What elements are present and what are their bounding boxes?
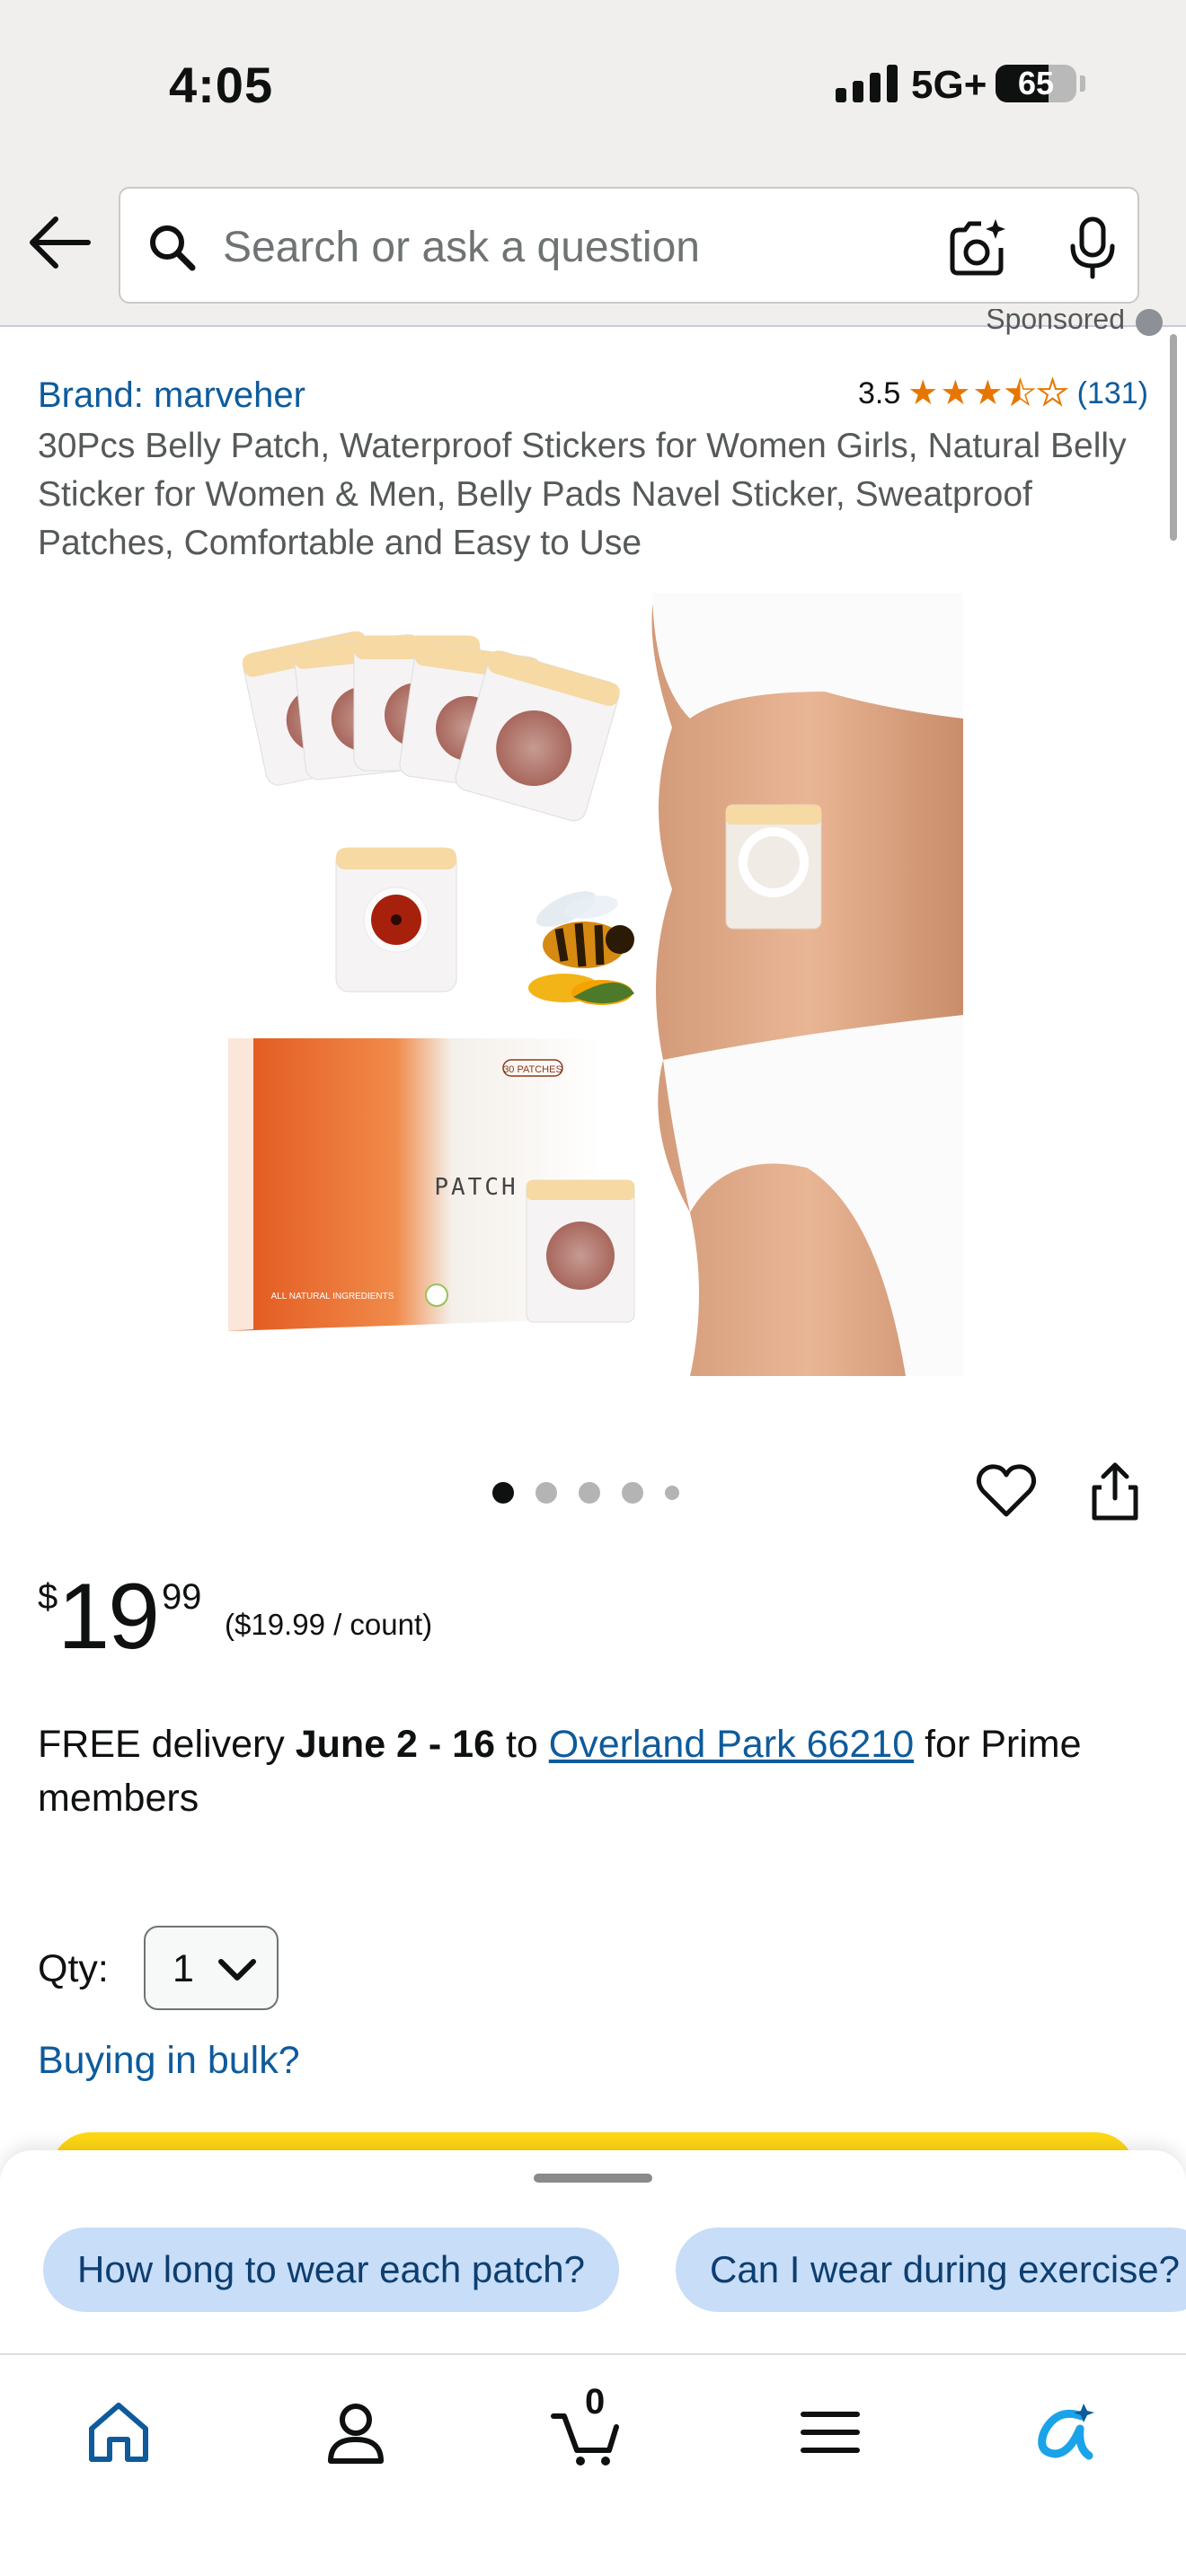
suggestion-chip[interactable]: How long to wear each patch? (43, 2228, 620, 2312)
sheet-grabber[interactable] (534, 2174, 652, 2183)
search-icon (150, 225, 196, 271)
rating-summary[interactable]: 3.5 ★ ★ ★ ★ ★ (131) (857, 375, 1148, 412)
image-carousel-dots[interactable] (492, 1482, 679, 1504)
price-symbol: $ (38, 1577, 58, 1617)
network-type: 5G+ (911, 63, 987, 107)
sponsored-text: Sponsored (986, 309, 1125, 335)
battery-icon: 65 (996, 65, 1076, 102)
rating-count: (131) (1076, 375, 1148, 410)
star-empty-icon: ★ (1037, 375, 1069, 412)
back-arrow-icon[interactable] (25, 208, 93, 277)
carousel-dot[interactable] (665, 1486, 679, 1500)
menu-icon[interactable] (794, 2396, 866, 2468)
product-title: 30Pcs Belly Patch, Waterproof Stickers f… (38, 427, 1127, 562)
star-full-icon: ★ (972, 375, 1004, 412)
star-half-icon: ★ (1005, 375, 1037, 412)
delivery-prefix: FREE delivery (38, 1723, 296, 1766)
status-bar: 4:05 5G+ 65 (0, 0, 1186, 176)
quantity-select[interactable]: 1 (144, 1926, 279, 2010)
search-input[interactable]: Search or ask a question (119, 187, 1139, 304)
sponsored-label[interactable]: Sponsored (986, 309, 1163, 336)
cart-count-badge: 0 (585, 2382, 606, 2422)
status-time: 4:05 (169, 57, 274, 113)
unit-price: ($19.99 / count) (225, 1608, 433, 1641)
carousel-dot[interactable] (492, 1482, 514, 1504)
quantity-label: Qty: (38, 1947, 109, 1990)
delivery-to: to (495, 1723, 549, 1766)
price-whole: 19 (58, 1565, 160, 1669)
signal-strength-icon (836, 65, 898, 102)
product-image[interactable]: 30 PATCHES PATCH ALL NATURAL INGREDIENTS (223, 593, 963, 1376)
rating-value: 3.5 (857, 375, 901, 410)
suggestion-chip[interactable]: Can I wear during exercise? (676, 2228, 1186, 2312)
bee-illustration (528, 891, 634, 1005)
model-torso (651, 593, 963, 1376)
battery-tip (1080, 75, 1085, 92)
price: $ 19 99 (38, 1570, 201, 1663)
account-icon[interactable] (320, 2396, 392, 2468)
camera-lens-icon[interactable] (945, 217, 1008, 280)
microphone-icon[interactable] (1064, 216, 1121, 280)
buying-in-bulk-link[interactable]: Buying in bulk? (38, 2039, 300, 2083)
battery-percent: 65 (1017, 65, 1055, 101)
front-patch (526, 1179, 635, 1323)
bottom-tab-bar: 0 (0, 2353, 1186, 2576)
star-full-icon: ★ (940, 375, 971, 412)
delivery-dates: June 2 - 16 (295, 1723, 496, 1766)
rufus-icon[interactable] (1030, 2396, 1102, 2468)
box-patch-label: PATCH (434, 1174, 518, 1201)
box-count-label: 30 PATCHES (503, 1064, 562, 1075)
single-patch (335, 847, 457, 992)
search-placeholder: Search or ask a question (223, 224, 700, 271)
home-icon[interactable] (83, 2396, 155, 2468)
carousel-dot[interactable] (622, 1482, 643, 1504)
star-full-icon: ★ (907, 375, 939, 412)
box-footer-label: ALL NATURAL INGREDIENTS (271, 1292, 394, 1301)
scrollbar-thumb (1170, 334, 1177, 541)
delivery-info: FREE delivery June 2 - 16 to Overland Pa… (38, 1717, 1152, 1825)
chevron-down-icon (218, 1959, 256, 1981)
carousel-dot[interactable] (579, 1482, 600, 1504)
heart-icon[interactable] (976, 1462, 1037, 1520)
price-fraction: 99 (161, 1577, 202, 1617)
carousel-dot[interactable] (535, 1482, 557, 1504)
fanned-patches (242, 631, 620, 822)
info-icon (1136, 309, 1163, 336)
quantity-value: 1 (173, 1947, 194, 1990)
share-icon[interactable] (1087, 1460, 1143, 1523)
star-rating-icon: ★ ★ ★ ★ ★ (907, 375, 1069, 412)
search-header: Search or ask a question (0, 176, 1186, 327)
delivery-location-link[interactable]: Overland Park 66210 (549, 1723, 914, 1766)
brand-link[interactable]: Brand: marveher (38, 375, 305, 416)
